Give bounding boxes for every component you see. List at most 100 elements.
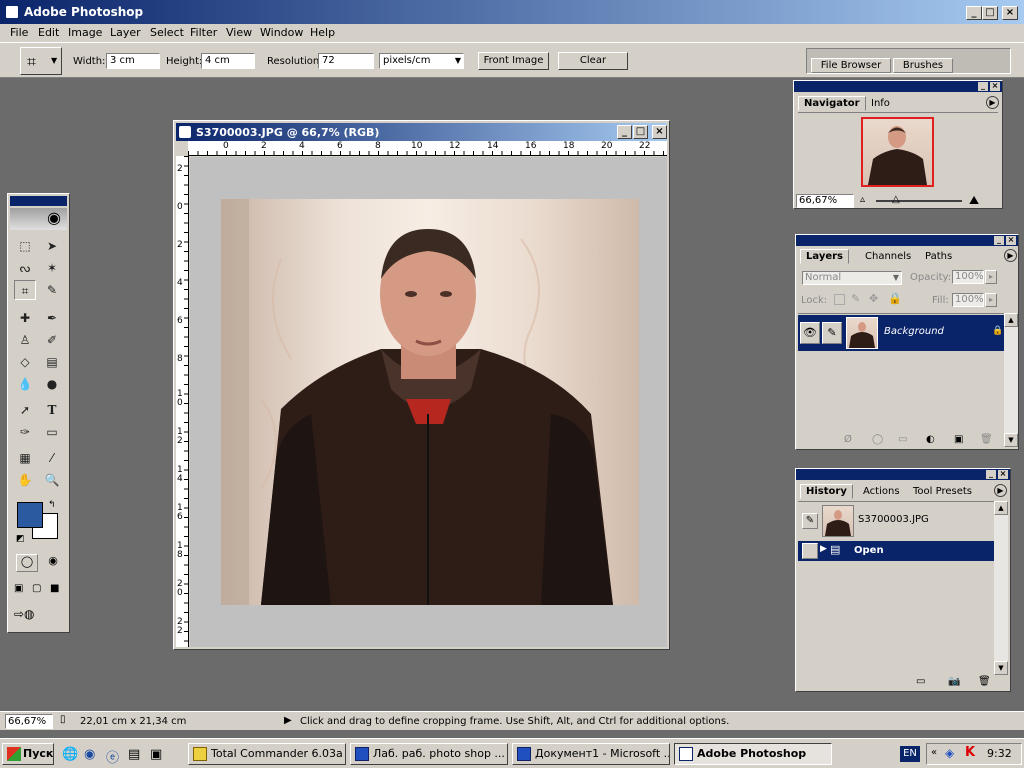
close-button[interactable]: ×: [1002, 6, 1018, 20]
tab-info[interactable]: Info: [866, 97, 895, 112]
hand-tool-icon[interactable]: ✋: [14, 470, 36, 490]
close-icon[interactable]: ×: [1006, 236, 1016, 245]
minimize-icon[interactable]: _: [978, 82, 988, 91]
history-state-open[interactable]: ▶ ▤ Open: [798, 541, 994, 561]
opacity-slider-button[interactable]: ▸: [985, 270, 997, 284]
zoom-slider-thumb-icon[interactable]: △: [892, 194, 900, 205]
move-tool-icon[interactable]: ➤: [41, 236, 63, 256]
menu-view[interactable]: View: [226, 26, 252, 39]
eyedropper-tool-icon[interactable]: ⁄: [41, 448, 63, 468]
delete-layer-icon[interactable]: 🗑: [980, 434, 993, 445]
fill-slider-button[interactable]: ▸: [985, 293, 997, 307]
snapshot-name[interactable]: S3700003.JPG: [858, 514, 929, 525]
magic-wand-tool-icon[interactable]: ✶: [41, 258, 63, 278]
antivirus-tray-icon[interactable]: K: [965, 745, 975, 760]
crop-tool-icon[interactable]: ⌗: [14, 280, 36, 300]
tab-paths[interactable]: Paths: [920, 250, 957, 265]
scroll-up-button[interactable]: ▲: [1004, 313, 1018, 327]
default-colors-icon[interactable]: ◩: [16, 534, 25, 544]
swap-colors-icon[interactable]: ↰: [48, 500, 56, 510]
lasso-tool-icon[interactable]: ᔓ: [14, 258, 36, 278]
delete-state-icon[interactable]: 🗑: [978, 676, 991, 687]
new-layer-icon[interactable]: ▣: [954, 434, 963, 445]
healing-brush-tool-icon[interactable]: ✚: [14, 308, 36, 328]
language-indicator[interactable]: EN: [900, 746, 920, 762]
new-group-icon[interactable]: ▭: [898, 434, 907, 445]
layer-brush-icon[interactable]: ✎: [822, 322, 842, 344]
menu-window[interactable]: Window: [260, 26, 303, 39]
zoom-out-icon[interactable]: ▵: [860, 194, 865, 205]
pen-tool-icon[interactable]: ✑: [14, 422, 36, 442]
tool-preset-picker[interactable]: ⌗ ▼: [20, 47, 62, 75]
adobe-online-icon[interactable]: ◉: [10, 208, 67, 230]
desktop-icon[interactable]: ▣: [150, 747, 162, 762]
history-brush-tool-icon[interactable]: ✐: [41, 330, 63, 350]
layer-style-icon[interactable]: Ø: [844, 434, 852, 445]
width-input[interactable]: 3 cm: [106, 53, 160, 69]
folder-icon[interactable]: ▤: [128, 747, 140, 762]
tray-app-icon[interactable]: ◈: [945, 746, 954, 760]
screen-mode-full-icon[interactable]: ■: [50, 583, 66, 597]
menu-filter[interactable]: Filter: [190, 26, 217, 39]
clone-stamp-tool-icon[interactable]: ♙: [14, 330, 36, 350]
zoom-tool-icon[interactable]: 🔍: [41, 470, 63, 490]
navigator-zoom-field[interactable]: 66,67%: [796, 194, 854, 208]
menu-image[interactable]: Image: [68, 26, 102, 39]
height-input[interactable]: 4 cm: [201, 53, 255, 69]
tab-brushes[interactable]: Brushes: [893, 58, 953, 73]
eraser-tool-icon[interactable]: ◇: [14, 352, 36, 372]
new-document-from-state-icon[interactable]: ▭: [916, 676, 925, 687]
tray-expand-icon[interactable]: «: [931, 747, 937, 758]
fill-field[interactable]: 100%: [952, 293, 984, 307]
shape-tool-icon[interactable]: ▭: [41, 422, 63, 442]
canvas-area[interactable]: [190, 157, 667, 647]
task-word-lab[interactable]: Лаб. раб. photo shop ...: [350, 743, 508, 765]
layer-mask-icon[interactable]: ◯: [872, 434, 883, 445]
maximize-button[interactable]: □: [982, 6, 998, 20]
task-word-doc[interactable]: Документ1 - Microsoft ...: [512, 743, 670, 765]
close-icon[interactable]: ×: [998, 470, 1008, 479]
navigator-thumbnail[interactable]: [861, 117, 934, 187]
tab-layers[interactable]: Layers: [800, 249, 849, 264]
front-image-button[interactable]: Front Image: [478, 52, 549, 70]
minimize-button[interactable]: _: [966, 6, 982, 20]
lock-all-icon[interactable]: 🔒: [888, 292, 902, 305]
tab-actions[interactable]: Actions: [858, 485, 905, 500]
type-tool-icon[interactable]: T: [41, 400, 63, 420]
show-desktop-icon[interactable]: 🌐: [62, 747, 78, 762]
document-photo[interactable]: [221, 199, 639, 605]
doc-close-button[interactable]: ×: [652, 125, 667, 139]
layers-palette-header[interactable]: _ ×: [796, 235, 1018, 246]
palette-menu-icon[interactable]: ▶: [986, 96, 999, 109]
tab-file-browser[interactable]: File Browser: [811, 58, 891, 73]
opacity-field[interactable]: 100%: [952, 270, 984, 284]
resolution-unit-select[interactable]: pixels/cm ▼: [379, 53, 464, 69]
menu-file[interactable]: File: [10, 26, 28, 39]
menu-layer[interactable]: Layer: [110, 26, 141, 39]
brush-tool-icon[interactable]: ✒: [41, 308, 63, 328]
menu-select[interactable]: Select: [150, 26, 184, 39]
snapshot-thumbnail[interactable]: [822, 505, 854, 537]
history-source-brush-icon[interactable]: ✎: [802, 513, 818, 529]
resolution-input[interactable]: 72: [318, 53, 374, 69]
palette-menu-icon[interactable]: ▶: [994, 484, 1007, 497]
standard-mode-icon[interactable]: ◯: [16, 554, 38, 572]
blur-tool-icon[interactable]: 💧: [14, 374, 36, 394]
clear-button[interactable]: Clear: [558, 52, 628, 70]
scroll-down-button[interactable]: ▼: [1004, 433, 1018, 447]
zoom-slider[interactable]: [876, 200, 962, 202]
close-icon[interactable]: ×: [990, 82, 1000, 91]
status-zoom-field[interactable]: 66,67%: [5, 714, 53, 729]
minimize-icon[interactable]: _: [994, 236, 1004, 245]
foreground-color-swatch[interactable]: [17, 502, 43, 528]
browser-icon[interactable]: ⓔ: [106, 747, 119, 766]
adjustment-layer-icon[interactable]: ◐: [926, 434, 935, 445]
screen-mode-full-menu-icon[interactable]: ▢: [32, 583, 48, 597]
tab-channels[interactable]: Channels: [860, 250, 916, 265]
doc-minimize-button[interactable]: _: [617, 125, 632, 139]
gradient-tool-icon[interactable]: ▤: [41, 352, 63, 372]
layer-visibility-eye-icon[interactable]: 👁: [800, 322, 820, 344]
quick-mask-mode-icon[interactable]: ◉: [42, 554, 64, 572]
palette-menu-icon[interactable]: ▶: [1004, 249, 1017, 262]
lock-image-icon[interactable]: ✎: [851, 292, 860, 305]
